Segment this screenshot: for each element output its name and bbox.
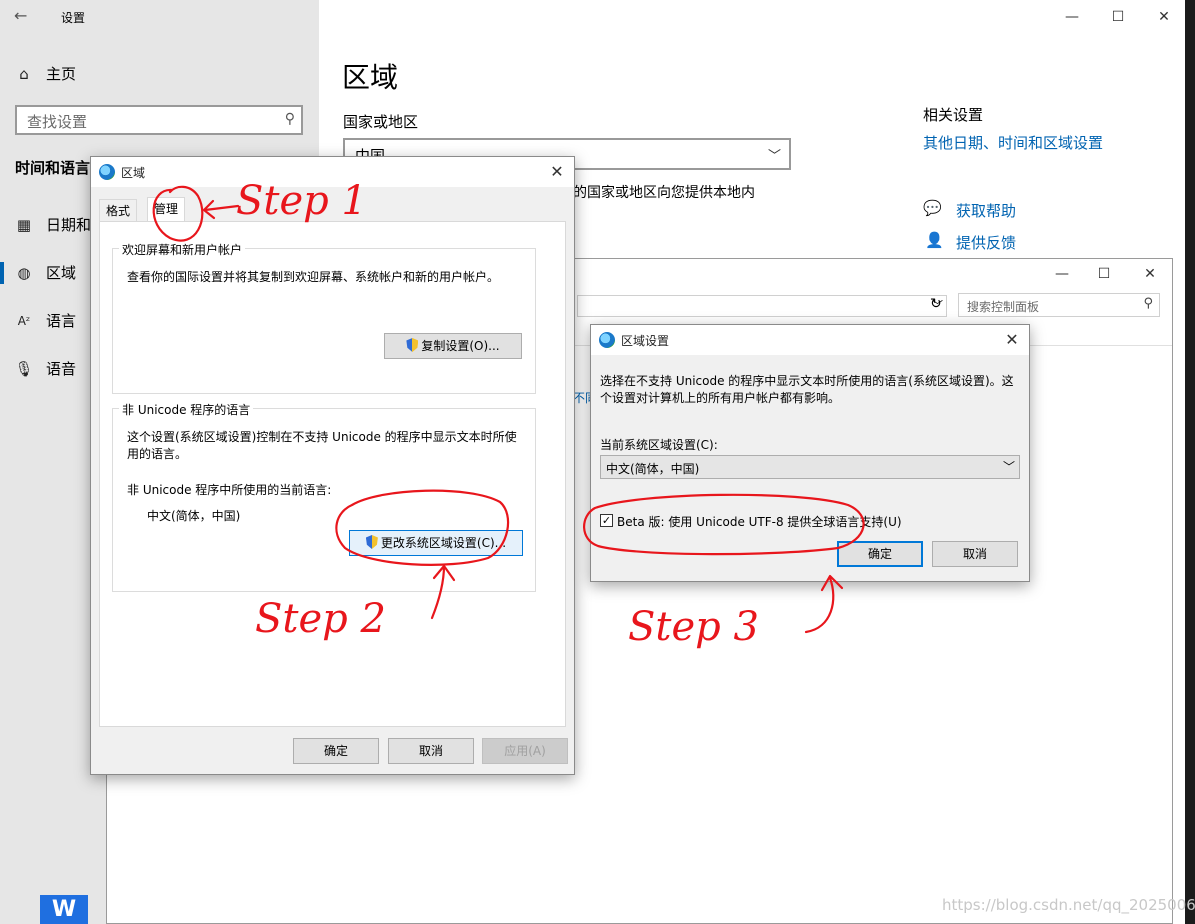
taskbar-app-icon[interactable]: W <box>40 895 88 924</box>
globe-icon: ◍ <box>17 264 31 282</box>
cp-close-button[interactable]: ✕ <box>1127 263 1173 285</box>
close-button[interactable]: ✕ <box>1141 6 1187 28</box>
region-settings-titlebar: 区域设置 ✕ <box>591 325 1029 355</box>
region-settings-cancel-button[interactable]: 取消 <box>932 541 1018 567</box>
microphone-icon: 🎙 <box>14 360 34 378</box>
globe-icon <box>99 164 115 180</box>
related-settings-title: 相关设置 <box>923 106 984 124</box>
region-settings-description-2: 个设置对计算机上的所有用户帐户都有影响。 <box>600 391 841 405</box>
page-title: 区域 <box>342 61 399 94</box>
search-icon: ⚲ <box>284 111 295 127</box>
maximize-button[interactable]: ☐ <box>1095 6 1141 28</box>
region-apply-button[interactable]: 应用(A) <box>482 738 568 764</box>
cp-minimize-button[interactable]: — <box>1039 263 1085 285</box>
country-description: 的国家或地区向您提供本地内 <box>573 185 755 201</box>
change-system-locale-button[interactable]: 更改系统区域设置(C)... <box>349 530 523 556</box>
chevron-down-icon: ﹀ <box>1002 460 1015 474</box>
calendar-icon: ▦ <box>16 216 32 234</box>
search-icon: ⚲ <box>1143 296 1153 311</box>
refresh-icon[interactable]: ↻ <box>930 296 946 316</box>
feedback-link[interactable]: 提供反馈 <box>956 232 1016 253</box>
cp-maximize-button[interactable]: ☐ <box>1081 263 1127 285</box>
beta-utf8-label[interactable]: Beta 版: 使用 Unicode UTF-8 提供全球语言支持(U) <box>617 513 902 530</box>
tab-manage[interactable]: 管理 <box>147 197 186 223</box>
cp-address-bar[interactable]: ﹀ <box>577 295 947 317</box>
home-icon: ⌂ <box>19 65 29 83</box>
nonunicode-description-2: 用的语言。 <box>127 447 188 461</box>
current-language-label: 非 Unicode 程序中所使用的当前语言: <box>127 483 332 497</box>
uac-shield-icon <box>406 338 419 352</box>
category-title: 时间和语言 <box>15 159 91 177</box>
region-ok-button[interactable]: 确定 <box>293 738 379 764</box>
manage-tab-panel: 欢迎屏幕和新用户帐户 查看你的国际设置并将其复制到欢迎屏幕、系统帐户和新的用户帐… <box>99 221 566 727</box>
current-locale-select[interactable]: 中文(简体，中国) ﹀ <box>600 455 1020 479</box>
watermark: https://blog.csdn.net/qq_20250067 <box>942 896 1195 914</box>
checkmark-icon: ✓ <box>601 514 612 527</box>
current-locale-label: 当前系统区域设置(C): <box>600 438 718 452</box>
close-icon[interactable]: ✕ <box>546 161 568 183</box>
chevron-down-icon: ﹀ <box>767 149 781 164</box>
close-icon[interactable]: ✕ <box>1001 329 1023 351</box>
copy-settings-button[interactable]: 复制设置(O)... <box>384 333 522 359</box>
beta-utf8-checkbox[interactable]: ✓ <box>600 514 613 527</box>
current-language-value: 中文(简体，中国) <box>147 509 241 523</box>
window-title: 设置 <box>61 11 86 25</box>
region-settings-ok-button[interactable]: 确定 <box>837 541 923 567</box>
cp-search-box[interactable]: 搜索控制面板 ⚲ <box>958 293 1160 317</box>
feedback-icon: 👤 <box>925 231 944 249</box>
settings-search-box[interactable]: 查找设置 ⚲ <box>15 105 303 135</box>
welcome-description: 查看你的国际设置并将其复制到欢迎屏幕、系统帐户和新的用户帐户。 <box>127 270 500 284</box>
region-dialog: 区域 ✕ 格式 管理 欢迎屏幕和新用户帐户 查看你的国际设置并将其复制到欢迎屏幕… <box>90 156 575 775</box>
nonunicode-description-1: 这个设置(系统区域设置)控制在不支持 Unicode 的程序中显示文本时所使 <box>127 430 517 444</box>
back-arrow-icon[interactable]: ← <box>14 6 27 25</box>
welcome-group: 欢迎屏幕和新用户帐户 查看你的国际设置并将其复制到欢迎屏幕、系统帐户和新的用户帐… <box>112 241 536 394</box>
nav-home[interactable]: ⌂ 主页 <box>0 54 319 94</box>
language-icon: Aᶻ <box>17 314 31 328</box>
tab-format[interactable]: 格式 <box>99 199 138 223</box>
region-settings-dialog: 区域设置 ✕ 选择在不支持 Unicode 的程序中显示文本时所使用的语言(系统… <box>590 324 1030 582</box>
globe-icon <box>599 332 615 348</box>
cp-search-input[interactable]: 搜索控制面板 <box>967 298 1039 315</box>
get-help-link[interactable]: 获取帮助 <box>956 200 1016 221</box>
country-label: 国家或地区 <box>343 113 419 131</box>
region-cancel-button[interactable]: 取消 <box>388 738 474 764</box>
region-dialog-titlebar: 区域 ✕ <box>91 157 574 187</box>
uac-shield-icon <box>365 535 378 549</box>
settings-search-input[interactable]: 查找设置 <box>27 111 87 132</box>
minimize-button[interactable]: — <box>1049 6 1095 28</box>
region-settings-description-1: 选择在不支持 Unicode 的程序中显示文本时所使用的语言(系统区域设置)。这 <box>600 374 1014 388</box>
nonunicode-group: 非 Unicode 程序的语言 这个设置(系统区域设置)控制在不支持 Unico… <box>112 401 536 592</box>
related-settings-link[interactable]: 其他日期、时间和区域设置 <box>923 132 1103 153</box>
help-icon: 💬 <box>923 199 942 217</box>
